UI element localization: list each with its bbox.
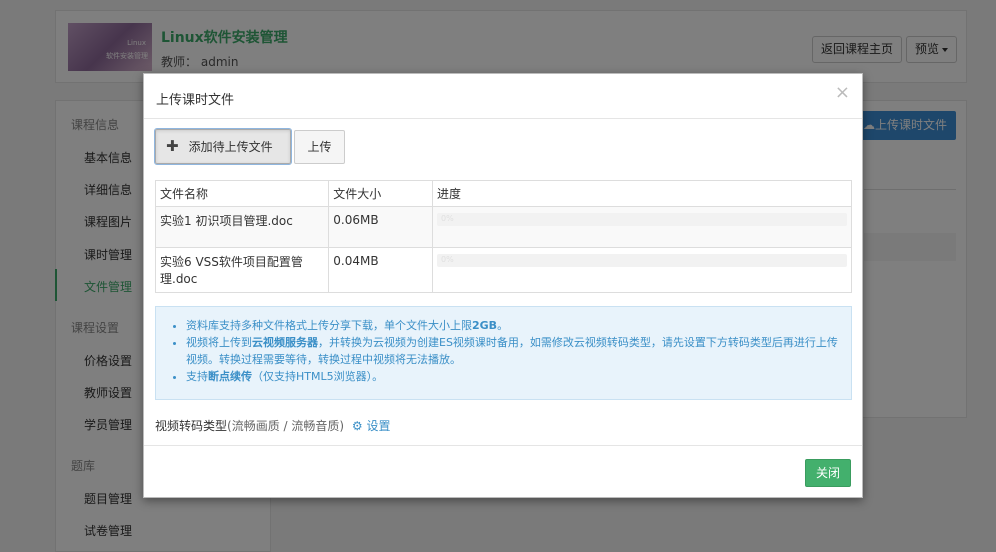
- settings-link-label: 设置: [366, 419, 391, 433]
- upload-file-table: 文件名称 文件大小 进度 实验1 初识项目管理.doc 0.06MB 0% 实验…: [154, 180, 852, 293]
- divider: [144, 118, 862, 119]
- progress-text: 0%: [441, 214, 454, 223]
- close-icon[interactable]: ×: [835, 84, 850, 102]
- close-button[interactable]: 关闭: [805, 459, 851, 487]
- table-row: 实验6 VSS软件项目配置管理.doc 0.04MB 0%: [154, 247, 852, 293]
- add-file-button[interactable]: ✚ 添加待上传文件: [154, 128, 292, 165]
- upload-lesson-file-modal: 上传课时文件 × ✚ 添加待上传文件 上传 文件名称 文件大小 进度 实验1 初识…: [143, 73, 863, 498]
- add-file-label: 添加待上传文件: [188, 140, 273, 154]
- transcode-value: (流畅画质 / 流畅音质): [227, 419, 345, 433]
- file-size-cell: 0.06MB: [328, 206, 433, 248]
- upload-button[interactable]: 上传: [294, 130, 345, 164]
- progress-bar: 0%: [437, 254, 847, 267]
- plus-icon: ✚: [166, 137, 179, 155]
- transcode-label: 视频转码类型: [155, 419, 228, 433]
- progress-cell: 0%: [432, 247, 852, 293]
- column-header-name: 文件名称: [154, 180, 330, 207]
- column-header-progress: 进度: [432, 180, 852, 207]
- modal-title: 上传课时文件: [156, 93, 235, 108]
- info-item: 支持断点续传（仅支持HTML5浏览器）。: [186, 368, 839, 385]
- file-name-cell: 实验1 初识项目管理.doc: [154, 206, 330, 248]
- table-row: 实验1 初识项目管理.doc 0.06MB 0%: [154, 206, 852, 248]
- transcode-settings-link[interactable]: ⚙ 设置: [352, 419, 391, 433]
- progress-bar: 0%: [437, 213, 847, 226]
- info-item: 视频将上传到云视频服务器，并转换为云视频为创建ES视频课时备用，如需修改云视频转…: [186, 334, 839, 368]
- file-name-cell: 实验6 VSS软件项目配置管理.doc: [154, 247, 330, 293]
- info-item: 资料库支持多种文件格式上传分享下载，单个文件大小上限2GB。: [186, 317, 839, 334]
- transcode-setting: 视频转码类型(流畅画质 / 流畅音质) ⚙ 设置: [155, 417, 391, 434]
- progress-text: 0%: [441, 255, 454, 264]
- progress-cell: 0%: [432, 206, 852, 248]
- upload-info-box: 资料库支持多种文件格式上传分享下载，单个文件大小上限2GB。 视频将上传到云视频…: [155, 306, 852, 400]
- gear-icon: ⚙: [351, 419, 363, 433]
- divider: [144, 445, 862, 446]
- file-size-cell: 0.04MB: [328, 247, 433, 293]
- column-header-size: 文件大小: [328, 180, 433, 207]
